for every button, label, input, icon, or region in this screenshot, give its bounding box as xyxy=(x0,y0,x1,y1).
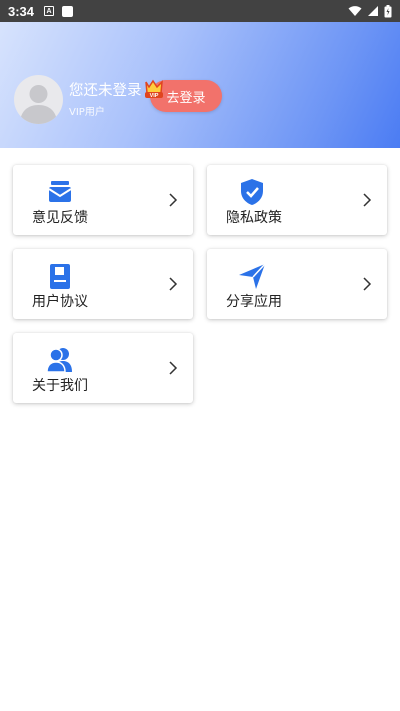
users-icon xyxy=(46,348,72,373)
menu-card-label: 分享应用 xyxy=(226,294,282,310)
chevron-right-icon xyxy=(363,193,372,207)
vip-badge-text: VIP xyxy=(150,93,159,99)
chevron-right-icon xyxy=(169,277,178,291)
a-notification-icon: A xyxy=(44,6,55,16)
shield-check-icon xyxy=(241,179,263,205)
menu-card-feedback[interactable]: 意见反馈 xyxy=(13,165,193,235)
battery-icon xyxy=(384,4,392,17)
menu-card-about[interactable]: 关于我们 xyxy=(13,333,193,403)
signal-icon xyxy=(368,6,378,16)
profile-header: 您还未登录 VIP用户 去登录 VIP xyxy=(0,22,400,148)
avatar[interactable] xyxy=(14,75,63,124)
vip-user-label: VIP用户 xyxy=(69,107,105,118)
square-notification-icon xyxy=(62,5,74,17)
menu-card-label: 用户协议 xyxy=(32,294,88,310)
menu-card-label: 意见反馈 xyxy=(32,210,88,226)
vip-crown-icon: VIP xyxy=(145,79,163,99)
login-status-text: 您还未登录 xyxy=(69,83,142,99)
menu-card-privacy[interactable]: 隐私政策 xyxy=(207,165,387,235)
chevron-right-icon xyxy=(169,361,178,375)
chevron-right-icon xyxy=(169,193,178,207)
mail-icon xyxy=(48,181,72,202)
user-silhouette-icon xyxy=(20,85,57,124)
chevron-right-icon xyxy=(363,277,372,291)
status-time: 3:34 xyxy=(8,3,35,19)
menu-card-share[interactable]: 分享应用 xyxy=(207,249,387,319)
menu-card-label: 关于我们 xyxy=(32,378,88,394)
send-icon xyxy=(239,263,266,289)
menu-card-label: 隐私政策 xyxy=(226,210,282,226)
wifi-icon xyxy=(348,6,362,16)
login-button-label: 去登录 xyxy=(166,90,206,106)
document-icon xyxy=(50,264,70,289)
status-bar: 3:34 A xyxy=(0,0,400,22)
menu-card-agreement[interactable]: 用户协议 xyxy=(13,249,193,319)
